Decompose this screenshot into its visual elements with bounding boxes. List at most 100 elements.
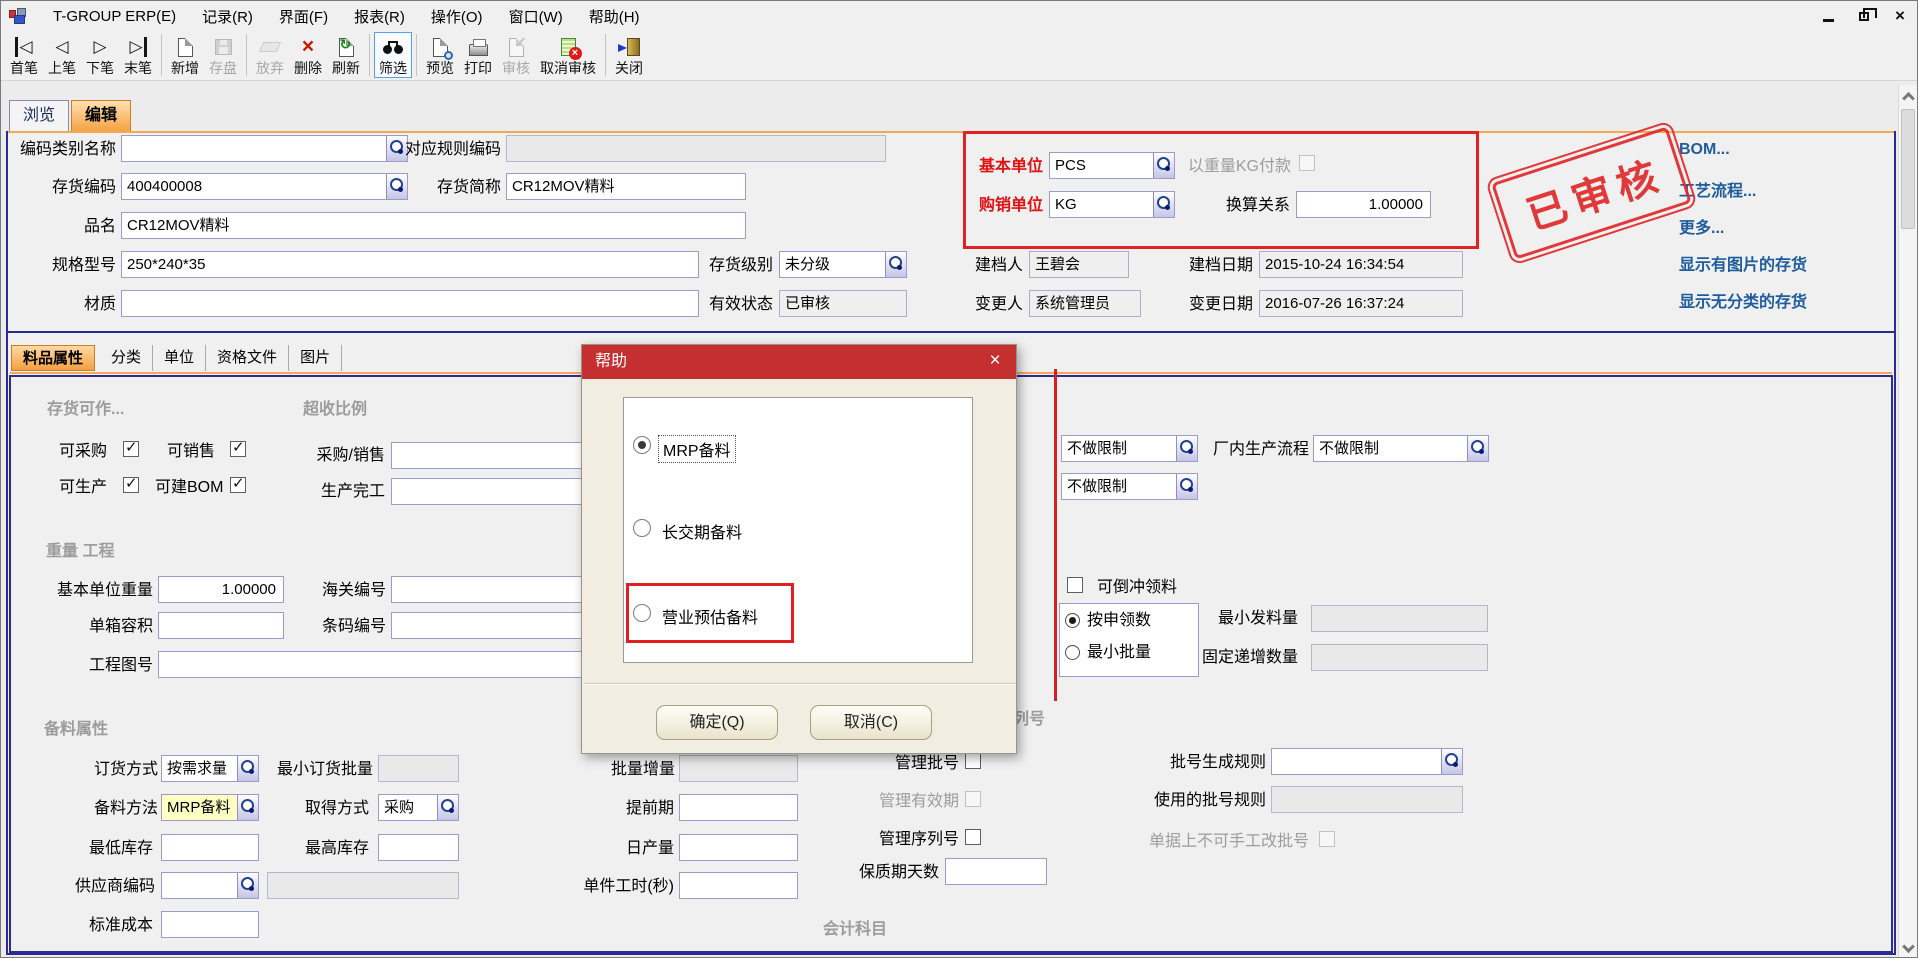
lookup-icon[interactable]: [1153, 153, 1174, 178]
toolbar-cancel-audit[interactable]: 取消审核: [535, 32, 601, 78]
toolbar-print[interactable]: 打印: [459, 32, 497, 78]
lookup-icon[interactable]: [885, 252, 906, 277]
option-long-lead-label[interactable]: 长交期备料: [662, 519, 742, 543]
option-mrp-radio[interactable]: [633, 436, 651, 454]
supplier-code-field[interactable]: [161, 872, 259, 899]
toolbar-refresh[interactable]: ↻刷新: [327, 32, 365, 78]
option-long-lead-radio[interactable]: [633, 519, 651, 537]
menu-app[interactable]: T-GROUP ERP(E): [40, 4, 189, 29]
production-finish-field[interactable]: [391, 478, 591, 505]
material-field[interactable]: [121, 290, 699, 317]
link-show-with-images[interactable]: 显示有图片的存货: [1679, 251, 1807, 275]
code-category-field[interactable]: [121, 135, 408, 162]
toolbar-first-record[interactable]: ◁首笔: [5, 32, 43, 78]
trade-unit-field[interactable]: KG: [1049, 191, 1175, 218]
item-name-field[interactable]: CR12MOV精料: [121, 212, 746, 239]
lookup-icon[interactable]: [1467, 436, 1488, 461]
menu-operation[interactable]: 操作(O): [418, 2, 496, 31]
scroll-up-button[interactable]: [1899, 85, 1917, 105]
lookup-icon[interactable]: [237, 756, 258, 781]
lookup-icon[interactable]: [386, 174, 407, 199]
manage-batch-checkbox[interactable]: [965, 753, 981, 769]
issue-by-request-radio[interactable]: [1065, 613, 1080, 628]
unit-weight-field[interactable]: 1.00000: [158, 576, 284, 603]
restore-button[interactable]: [1853, 7, 1875, 25]
subtab-image[interactable]: 图片: [289, 345, 342, 371]
lookup-icon[interactable]: [1153, 192, 1174, 217]
toolbar-delete[interactable]: ×删除: [289, 32, 327, 78]
base-unit-field[interactable]: PCS: [1049, 152, 1175, 179]
max-stock-field[interactable]: [378, 834, 459, 861]
prep-method-field[interactable]: MRP备料: [161, 794, 259, 821]
factory-flow-field[interactable]: 不做限制: [1313, 435, 1489, 462]
tab-browse[interactable]: 浏览: [9, 100, 69, 131]
lead-time-field[interactable]: [679, 794, 798, 821]
conversion-field[interactable]: 1.00000: [1296, 191, 1431, 218]
menu-record[interactable]: 记录(R): [189, 2, 266, 31]
acquire-mode-field[interactable]: 采购: [378, 794, 459, 821]
close-window-button[interactable]: ×: [1889, 7, 1911, 25]
lookup-icon[interactable]: [237, 873, 258, 898]
option-sales-forecast-radio[interactable]: [633, 604, 651, 622]
batch-rule-field[interactable]: [1271, 748, 1463, 775]
can-bom-checkbox[interactable]: [230, 477, 246, 493]
toolbar-new[interactable]: 新增: [166, 32, 204, 78]
minimize-button[interactable]: [1817, 7, 1839, 25]
option-sales-forecast-label[interactable]: 营业预估备料: [662, 604, 758, 628]
menu-help[interactable]: 帮助(H): [576, 2, 653, 31]
level-field[interactable]: 未分级: [779, 251, 907, 278]
purchase-sale-ratio-field[interactable]: [391, 442, 591, 469]
customs-code-field[interactable]: [391, 576, 591, 603]
subtab-category[interactable]: 分类: [100, 345, 153, 371]
menu-window[interactable]: 窗口(W): [496, 2, 576, 31]
min-stock-field[interactable]: [161, 834, 259, 861]
toolbar-last-record[interactable]: ▷末笔: [119, 32, 157, 78]
producible-checkbox[interactable]: [123, 477, 139, 493]
std-cost-field[interactable]: [161, 911, 259, 938]
lookup-icon[interactable]: [1441, 749, 1462, 774]
unit-time-field[interactable]: [679, 872, 798, 899]
order-mode-field[interactable]: 按需求量: [161, 755, 259, 782]
shelf-days-field[interactable]: [945, 858, 1047, 885]
lookup-icon[interactable]: [1176, 474, 1197, 499]
scroll-down-button[interactable]: [1899, 939, 1917, 958]
tab-edit[interactable]: 编辑: [71, 100, 131, 131]
toolbar-preview[interactable]: 预览: [421, 32, 459, 78]
menu-interface[interactable]: 界面(F): [266, 2, 341, 31]
item-code-field[interactable]: 400400008: [121, 173, 408, 200]
vertical-scrollbar[interactable]: [1898, 85, 1917, 958]
lookup-icon[interactable]: [1176, 436, 1197, 461]
sellable-checkbox[interactable]: [230, 441, 246, 457]
manage-serial-checkbox[interactable]: [965, 829, 981, 845]
dialog-cancel-button[interactable]: 取消(C): [810, 705, 932, 740]
dialog-ok-button[interactable]: 确定(Q): [656, 705, 778, 740]
subtab-qualification[interactable]: 资格文件: [206, 345, 289, 371]
menu-report[interactable]: 报表(R): [341, 2, 418, 31]
backflush-checkbox[interactable]: [1067, 577, 1083, 593]
lookup-icon[interactable]: [237, 795, 258, 820]
purchasable-checkbox[interactable]: [123, 441, 139, 457]
option-mrp-label[interactable]: MRP备料: [658, 435, 736, 463]
link-show-unclassified[interactable]: 显示无分类的存货: [1679, 288, 1807, 312]
issue-by-min-batch-radio[interactable]: [1065, 645, 1080, 660]
link-more[interactable]: 更多...: [1679, 214, 1724, 238]
daily-output-field[interactable]: [679, 834, 798, 861]
toolbar-prev-record[interactable]: ◁上笔: [43, 32, 81, 78]
restriction-field-2[interactable]: 不做限制: [1061, 473, 1198, 500]
subtab-unit[interactable]: 单位: [153, 345, 206, 371]
toolbar-filter[interactable]: 筛选: [374, 32, 412, 78]
drawing-no-field[interactable]: [158, 651, 591, 678]
restriction-field-1[interactable]: 不做限制: [1061, 435, 1198, 462]
scrollbar-thumb[interactable]: [1901, 109, 1915, 229]
issue-by-request-label[interactable]: 按申领数: [1087, 611, 1187, 631]
issue-by-min-batch-label[interactable]: 最小批量: [1087, 643, 1187, 663]
link-process-flow[interactable]: 工艺流程...: [1679, 177, 1756, 201]
dialog-close-button[interactable]: ×: [980, 345, 1010, 379]
item-abbr-field[interactable]: CR12MOV精料: [506, 173, 746, 200]
barcode-field[interactable]: [391, 612, 591, 639]
subtab-item-attributes[interactable]: 料品属性: [11, 345, 95, 371]
toolbar-next-record[interactable]: ▷下笔: [81, 32, 119, 78]
spec-field[interactable]: 250*240*35: [121, 251, 699, 278]
toolbar-close[interactable]: 关闭: [610, 32, 648, 78]
lookup-icon[interactable]: [437, 795, 458, 820]
